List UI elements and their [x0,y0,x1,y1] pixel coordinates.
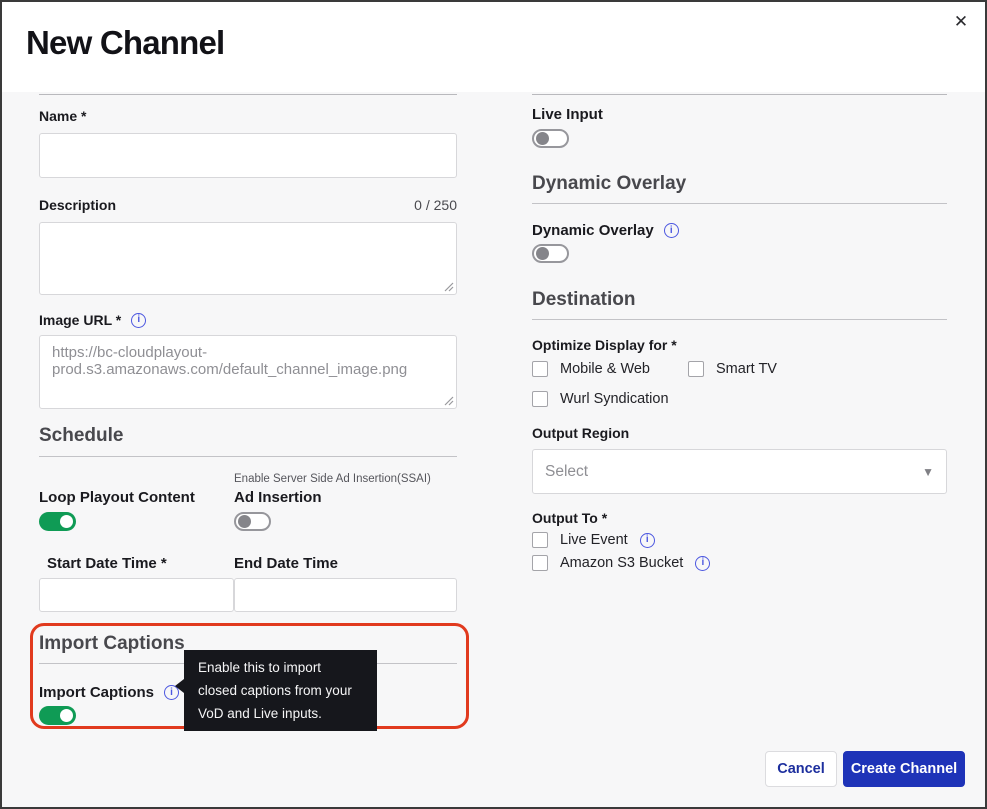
output-region-label: Output Region [532,425,947,441]
description-label: Description [39,197,116,213]
live-input-toggle[interactable] [532,129,569,148]
tooltip-arrow [175,679,184,693]
modal-header: New Channel ✕ [2,2,985,92]
toggle-knob [238,515,251,528]
footer-actions: Cancel Create Channel [765,751,965,787]
live-event-label: Live Event [560,532,628,548]
divider [532,94,947,95]
form-right-column: Live Input Dynamic Overlay Dynamic Overl… [532,92,947,571]
page-title: New Channel [26,24,224,62]
wurl-syndication-checkbox[interactable] [532,391,548,407]
import-captions-tooltip: Enable this to import closed captions fr… [184,650,377,731]
mobile-web-checkbox[interactable] [532,361,548,377]
image-url-label: Image URL * [39,312,121,328]
resize-handle-icon[interactable] [443,281,454,292]
end-date-label: End Date Time [234,555,457,572]
ad-insertion-toggle[interactable] [234,512,271,531]
divider [39,456,457,457]
toggle-knob [536,132,549,145]
smart-tv-label: Smart TV [716,361,777,377]
info-icon[interactable]: i [695,556,710,571]
start-date-label: Start Date Time * [39,555,234,572]
destination-section-title: Destination [532,289,947,311]
description-char-counter: 0 / 250 [414,197,457,213]
toggle-knob [60,709,73,722]
info-icon[interactable]: i [640,533,655,548]
live-input-label: Live Input [532,106,947,123]
dynamic-overlay-label: Dynamic Overlay [532,222,654,239]
ad-insertion-label: Ad Insertion [234,489,457,506]
wurl-syndication-label: Wurl Syndication [560,391,669,407]
optimize-display-label: Optimize Display for * [532,337,947,353]
schedule-section-title: Schedule [39,425,457,447]
tooltip-text: Enable this to import closed captions fr… [198,660,352,721]
loop-playout-toggle[interactable] [39,512,76,531]
name-input[interactable] [39,133,457,178]
output-to-label: Output To * [532,510,947,526]
amazon-s3-label: Amazon S3 Bucket [560,555,683,571]
name-label: Name * [39,108,457,124]
close-icon[interactable]: ✕ [949,10,973,34]
mobile-web-label: Mobile & Web [560,361,650,377]
divider [532,203,947,204]
divider [532,319,947,320]
output-region-selected-value: Select [545,463,588,481]
image-url-textarea[interactable] [39,335,457,409]
toggle-knob [60,515,73,528]
divider [39,94,457,95]
new-channel-modal: New Channel ✕ Name * Description 0 / 250… [0,0,987,809]
dynamic-overlay-toggle[interactable] [532,244,569,263]
ssai-note: Enable Server Side Ad Insertion(SSAI) [234,473,457,485]
resize-handle-icon[interactable] [443,395,454,406]
create-channel-button[interactable]: Create Channel [843,751,965,787]
end-date-input[interactable] [234,578,457,612]
amazon-s3-checkbox[interactable] [532,555,548,571]
form-left-column: Name * Description 0 / 250 Image URL * i… [39,92,457,730]
info-icon[interactable]: i [131,313,146,328]
live-event-checkbox[interactable] [532,532,548,548]
import-captions-toggle[interactable] [39,706,76,725]
info-icon[interactable]: i [664,223,679,238]
import-captions-label: Import Captions [39,684,154,701]
dynamic-overlay-section-title: Dynamic Overlay [532,173,947,195]
start-date-input[interactable] [39,578,234,612]
toggle-knob [536,247,549,260]
output-region-select[interactable]: Select ▼ [532,449,947,494]
description-textarea[interactable] [39,222,457,295]
chevron-down-icon: ▼ [922,465,934,479]
smart-tv-checkbox[interactable] [688,361,704,377]
cancel-button[interactable]: Cancel [765,751,837,787]
loop-playout-label: Loop Playout Content [39,489,234,506]
